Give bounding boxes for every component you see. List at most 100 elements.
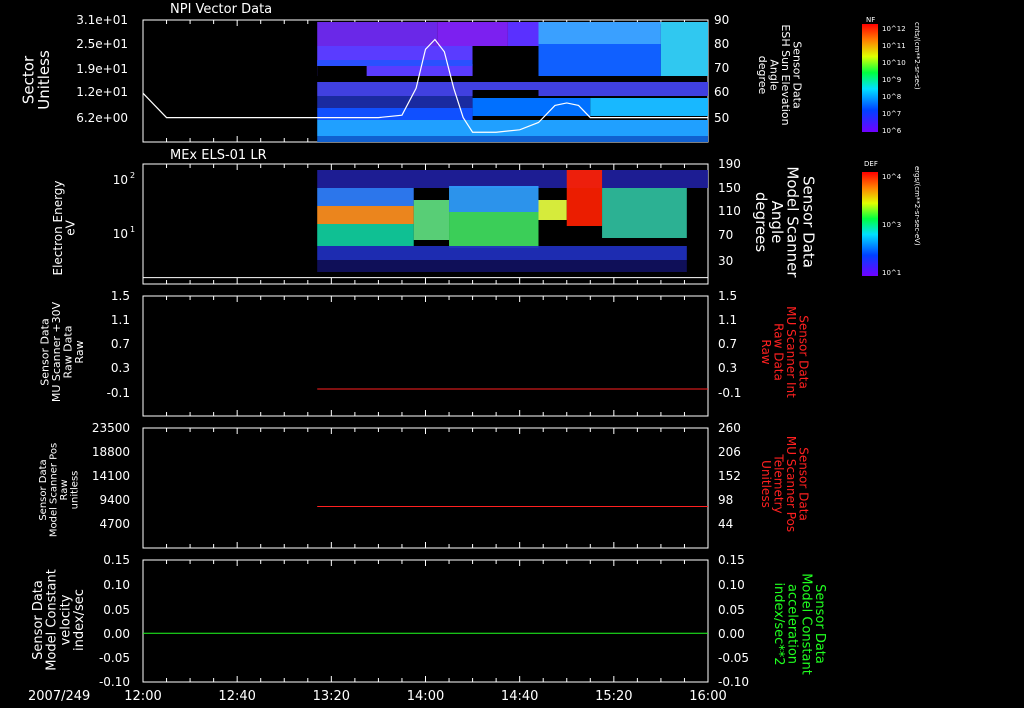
panel-3-frame bbox=[142, 295, 709, 417]
panel-1-y2label-line: degree bbox=[756, 56, 769, 95]
panel-5-y2label: Sensor DataModel Constantaccelerationind… bbox=[771, 573, 827, 675]
colorbar-tick-label: 10^11 bbox=[882, 42, 906, 50]
panel-4-ylabel-line: unitless bbox=[69, 471, 80, 510]
panel-2-y2label-line: degrees bbox=[752, 192, 770, 253]
x-tick-label: 12:00 bbox=[124, 689, 161, 704]
panel-5-ylabel: Sensor DataModel Constantvelocityindex/s… bbox=[31, 569, 87, 671]
panel-2-ylabel-line: eV bbox=[64, 219, 78, 235]
y2-tick-label: 0.3 bbox=[718, 361, 737, 375]
panel-3-y2label: Sensor DataMU Scanner IntRaw DataRaw bbox=[759, 306, 811, 398]
panel-5-frame bbox=[142, 559, 709, 683]
y-tick-exp: 2 bbox=[130, 171, 135, 180]
panel-1-ylabel: SectorUnitless bbox=[19, 50, 53, 110]
heatmap-2-cell bbox=[602, 188, 687, 238]
panel-2-ylabel: Electron EnergyeV bbox=[51, 180, 78, 275]
y2-tick-label: -0.1 bbox=[718, 386, 741, 400]
heatmap-1-cell bbox=[317, 120, 708, 136]
colorbar-1: NF cnts/(cm**2-sr-sec) 10^12 10^11 10^10 10… bbox=[862, 16, 921, 135]
heatmap-1-cell bbox=[472, 46, 539, 64]
y2-tick-label: 0.15 bbox=[718, 553, 745, 567]
x-tick-label: 16:00 bbox=[689, 689, 726, 704]
panel-4-ylabel-line: Model Scanner Pos bbox=[48, 443, 59, 537]
y2-tick-label: -0.05 bbox=[718, 651, 749, 665]
colorbar-tick-label: 10^12 bbox=[882, 25, 906, 33]
y2-tick-label: 206 bbox=[718, 445, 741, 459]
y2-tick-label: 190 bbox=[718, 157, 741, 171]
colorbar-tick-label: 10^4 bbox=[882, 173, 902, 181]
y2-tick-label: 90 bbox=[714, 13, 729, 27]
y2-tick-label: 150 bbox=[718, 181, 741, 195]
colorbar-tick-label: 10^8 bbox=[882, 93, 901, 101]
heatmap-1-cell bbox=[437, 22, 508, 46]
heatmap-1-cell bbox=[507, 22, 539, 46]
y-tick-label: -0.1 bbox=[107, 386, 130, 400]
panel-1-y2label: Sensor DataESH Sun ElevationAngledegree bbox=[756, 24, 804, 125]
heatmap-2-cell bbox=[317, 206, 414, 224]
y-tick-label: 6.2e+00 bbox=[76, 111, 128, 125]
heatmap-1-cell bbox=[590, 98, 708, 116]
y-tick-label: 0.00 bbox=[103, 627, 130, 641]
y-tick-label: 1.2e+01 bbox=[76, 85, 128, 99]
y-tick-label: 1.5 bbox=[111, 289, 130, 303]
y-tick-label: 14100 bbox=[92, 469, 130, 483]
panel-3-ylabel-line: Raw bbox=[73, 340, 86, 363]
heatmap-1-cell bbox=[317, 136, 708, 142]
date-label: 2007/249 bbox=[28, 689, 90, 704]
y2-tick-label: 0.05 bbox=[718, 603, 745, 617]
panel-4-ylabel-line: Raw bbox=[59, 479, 70, 500]
y-tick-label: -0.05 bbox=[99, 651, 130, 665]
heatmap-2-cell bbox=[317, 170, 708, 188]
y2-tick-label: 1.1 bbox=[718, 313, 737, 327]
y-tick-exp: 1 bbox=[130, 225, 135, 234]
heatmap-2-cell bbox=[317, 246, 687, 260]
heatmap-2-cell bbox=[538, 200, 567, 220]
y-tick-label: 0.3 bbox=[111, 361, 130, 375]
panel-4-ylabel: Sensor Data Model Scanner Pos Raw unitless bbox=[38, 443, 81, 537]
colorbar-2: DEF ergs/(cm**2-sr-sec-eV) 10^4 10^3 10^1 bbox=[862, 160, 921, 277]
y-tick-label: 1.9e+01 bbox=[76, 62, 128, 76]
multi-panel-chart: NPI Vector Data MEx ELS-01 LR 2007/249 N… bbox=[19, 2, 921, 704]
y2-tick-label: 70 bbox=[714, 61, 729, 75]
heatmap-2-cell bbox=[317, 260, 687, 272]
y-tick-label: 1.1 bbox=[111, 313, 130, 327]
panel-5-y2label-line: index/sec**2 bbox=[771, 582, 786, 665]
heatmap-1-cell bbox=[317, 96, 473, 108]
x-tick-label: 15:20 bbox=[595, 689, 632, 704]
panel-1-ylabel-line: Unitless bbox=[35, 50, 53, 110]
panel-2-y2label: Sensor DataModel ScannerAngledegrees bbox=[752, 166, 817, 278]
y-tick-label: 0.15 bbox=[103, 553, 130, 567]
y2-tick-label: 1.5 bbox=[718, 289, 737, 303]
y2-tick-label: -0.10 bbox=[718, 675, 749, 689]
y2-tick-label: 152 bbox=[718, 469, 741, 483]
x-tick-label: 12:40 bbox=[218, 689, 255, 704]
heatmap-1-cell bbox=[538, 44, 661, 76]
y-tick-label: 0.05 bbox=[103, 603, 130, 617]
y-tick-label: 9400 bbox=[99, 493, 130, 507]
y2-tick-label: 30 bbox=[718, 254, 733, 268]
heatmap-2-cell bbox=[449, 212, 539, 248]
heatmap-1-cell bbox=[317, 60, 473, 66]
colorbar-1-unit: cnts/(cm**2-sr-sec) bbox=[913, 22, 921, 90]
colorbar-tick-label: 10^10 bbox=[882, 59, 906, 67]
y-tick-label: 0.7 bbox=[111, 337, 130, 351]
y-tick-label: 23500 bbox=[92, 421, 130, 435]
y2-tick-label: 0.10 bbox=[718, 578, 745, 592]
colorbar-tick-label: 10^1 bbox=[882, 269, 901, 277]
y-tick-label: 18800 bbox=[92, 445, 130, 459]
y-tick-label: 10 bbox=[113, 227, 128, 241]
panel-3-ylabel: Sensor DataMU Scanner +30VRaw DataRaw bbox=[39, 301, 87, 402]
colorbar-2-unit: ergs/(cm**2-sr-sec-eV) bbox=[913, 166, 921, 246]
y2-tick-label: 60 bbox=[714, 85, 729, 99]
colorbar-1-label: NF bbox=[866, 16, 875, 24]
y2-tick-label: 80 bbox=[714, 37, 729, 51]
heatmap-1-cell bbox=[472, 98, 591, 116]
y-tick-label: 10 bbox=[113, 173, 128, 187]
y-tick-label: 0.10 bbox=[103, 578, 130, 592]
colorbar-tick-label: 10^3 bbox=[882, 221, 901, 229]
colorbar-tick-label: 10^6 bbox=[882, 127, 902, 135]
y-tick-label: 3.1e+01 bbox=[76, 13, 128, 27]
heatmap-2-cell bbox=[413, 200, 450, 240]
y2-tick-label: 98 bbox=[718, 493, 733, 507]
panel-4-ylabel-line: Sensor Data bbox=[38, 459, 49, 520]
y2-tick-label: 0.00 bbox=[718, 627, 745, 641]
